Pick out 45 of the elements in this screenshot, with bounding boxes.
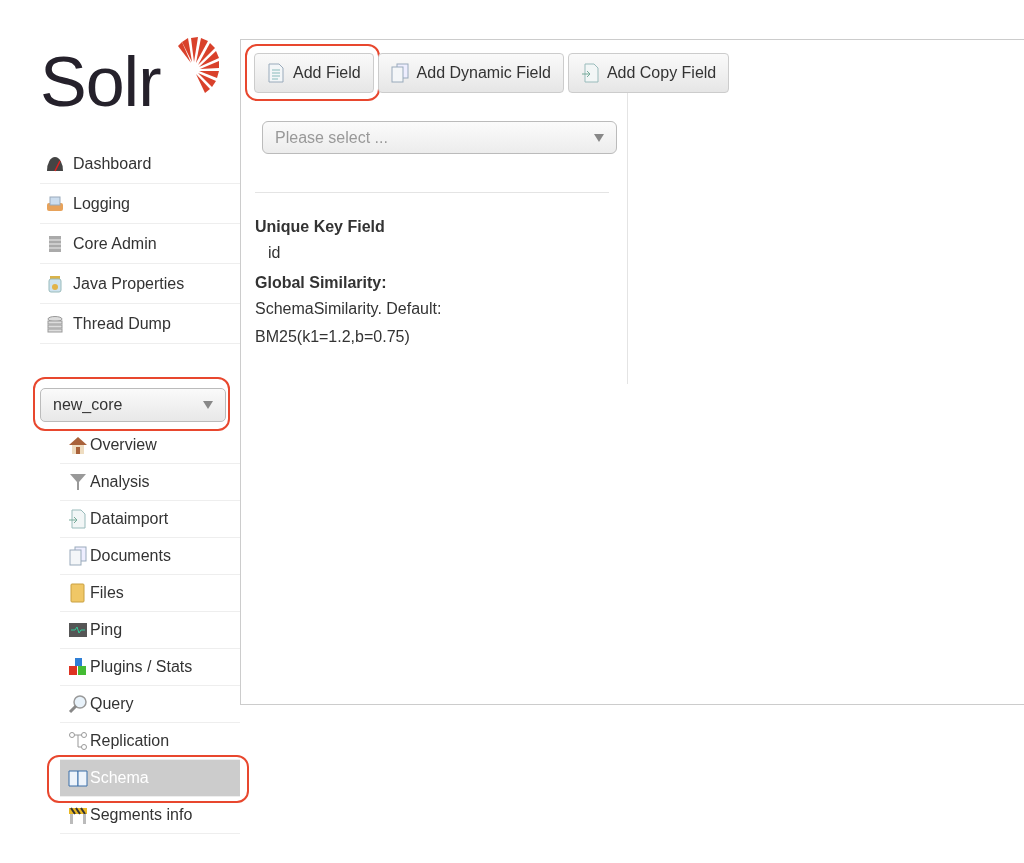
- core-menu-item[interactable]: Ping: [60, 612, 240, 649]
- nav-icon: [46, 154, 64, 173]
- menu-icon: [68, 657, 88, 677]
- core-menu-item[interactable]: Query: [60, 686, 240, 723]
- menu-icon: [68, 620, 88, 640]
- menu-icon: [68, 768, 88, 788]
- document-icon: [580, 63, 599, 83]
- core-menu-item[interactable]: Dataimport: [60, 501, 240, 538]
- nav-item[interactable]: Core Admin: [40, 224, 240, 264]
- nav-item[interactable]: Java Properties: [40, 264, 240, 304]
- toolbar-button[interactable]: Add Copy Field: [567, 53, 730, 93]
- menu-icon: [68, 472, 88, 492]
- unique-key-value: id: [267, 243, 282, 263]
- logo-wordmark: Solr: [40, 42, 161, 122]
- core-menu-item[interactable]: Analysis: [60, 464, 240, 501]
- menu-icon: [68, 805, 88, 825]
- section-heading: Unique Key Field: [255, 217, 386, 237]
- nav-item[interactable]: Dashboard: [40, 144, 240, 184]
- menu-icon: [68, 509, 88, 529]
- nav-icon: [46, 234, 64, 253]
- nav-icon: [46, 194, 64, 213]
- menu-icon: [68, 546, 88, 566]
- nav-icon: [46, 274, 64, 293]
- nav-icon: [46, 314, 64, 333]
- similarity-text: BM25(k1=1.2,b=0.75): [255, 327, 411, 347]
- document-icon: [390, 63, 409, 83]
- menu-icon: [68, 435, 88, 455]
- core-menu-item[interactable]: Files: [60, 575, 240, 612]
- section-heading: Global Similarity:: [255, 273, 388, 293]
- menu-icon: [68, 694, 88, 714]
- core-menu-item[interactable]: Documents: [60, 538, 240, 575]
- menu-icon: [68, 583, 88, 603]
- nav-item[interactable]: Logging: [40, 184, 240, 224]
- similarity-text: SchemaSimilarity. Default:: [255, 299, 443, 319]
- document-icon: [267, 63, 285, 83]
- core-menu-item[interactable]: Overview: [60, 427, 240, 464]
- caret-icon: [594, 133, 604, 142]
- core-menu-item[interactable]: Plugins / Stats: [60, 649, 240, 686]
- toolbar-button[interactable]: Add Field: [254, 53, 374, 93]
- core-menu-item[interactable]: Segments info: [60, 797, 240, 834]
- menu-icon: [68, 731, 88, 751]
- caret-icon: [203, 401, 213, 409]
- nav-item[interactable]: Thread Dump: [40, 304, 240, 344]
- toolbar-button[interactable]: Add Dynamic Field: [377, 53, 564, 93]
- core-selector[interactable]: new_core: [40, 388, 226, 422]
